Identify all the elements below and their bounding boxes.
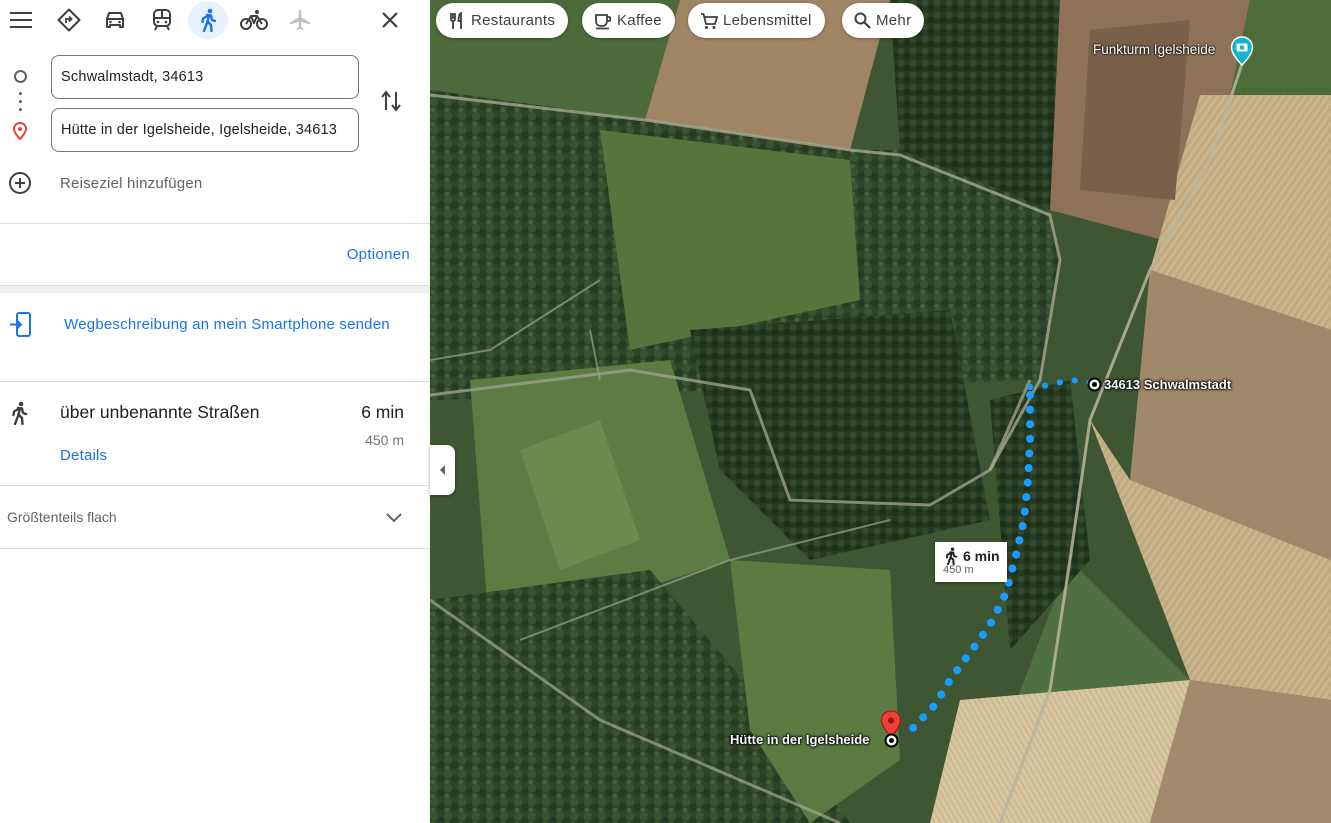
walk-icon — [12, 401, 28, 425]
swap-icon[interactable] — [380, 88, 402, 114]
add-destination-label: Reiseziel hinzufügen — [60, 174, 203, 192]
camera-pin-icon[interactable] — [1230, 36, 1254, 66]
chip-coffee-label: Kaffee — [617, 12, 662, 29]
chip-groceries[interactable]: Lebensmittel — [688, 3, 825, 38]
mode-best-route-button[interactable] — [50, 2, 88, 38]
origin-input[interactable]: Schwalmstadt, 34613 — [51, 55, 359, 99]
directions-icon — [57, 8, 81, 32]
bike-icon — [240, 10, 268, 30]
section-divider — [0, 285, 430, 293]
chevron-left-icon — [439, 465, 445, 475]
chip-coffee[interactable]: Kaffee — [582, 3, 675, 38]
restaurant-icon — [450, 11, 462, 29]
options-button[interactable]: Optionen — [347, 246, 410, 263]
destination-input-value: Hütte in der Igelsheide, Igelsheide, 346… — [61, 122, 338, 138]
chip-restaurants-label: Restaurants — [471, 12, 556, 29]
end-label[interactable]: Hütte in der Igelsheide — [730, 732, 869, 747]
close-button[interactable] — [371, 2, 409, 38]
destination-input[interactable]: Hütte in der Igelsheide, Igelsheide, 346… — [51, 108, 359, 152]
route-callout[interactable]: 6 min 450 m — [935, 542, 1007, 582]
add-circle-icon — [9, 172, 31, 194]
rail-dot — [19, 92, 22, 95]
menu-button[interactable] — [2, 2, 40, 38]
chip-more-label: Mehr — [876, 12, 912, 29]
send-to-phone-icon — [10, 312, 31, 337]
callout-duration: 6 min — [963, 548, 1000, 564]
rail-dot — [19, 108, 22, 111]
car-icon — [106, 12, 124, 28]
coffee-icon — [595, 13, 612, 29]
train-icon — [153, 9, 171, 31]
mode-driving-button[interactable] — [96, 2, 134, 38]
chevron-down-icon[interactable] — [384, 508, 404, 526]
mode-flights-button[interactable] — [281, 2, 319, 38]
elevation-summary: Größtenteils flach — [7, 509, 117, 525]
satellite-imagery — [430, 0, 1331, 823]
mode-walking-button[interactable] — [188, 1, 228, 39]
divider — [0, 548, 430, 549]
satellite-map[interactable] — [430, 0, 1331, 823]
destination-pin-icon — [13, 122, 27, 140]
walk-icon — [201, 8, 217, 32]
route-via[interactable]: über unbenannte Straßen — [60, 402, 259, 423]
route-end-marker-icon — [884, 733, 899, 748]
add-destination-row[interactable]: Reiseziel hinzufügen — [8, 171, 202, 195]
rail-dot — [19, 100, 22, 103]
divider — [0, 381, 430, 382]
mode-cycling-button[interactable] — [235, 2, 273, 38]
chip-restaurants[interactable]: Restaurants — [436, 3, 569, 38]
menu-icon — [10, 12, 32, 28]
divider — [0, 223, 430, 224]
divider — [0, 485, 430, 486]
travel-mode-bar — [0, 0, 430, 42]
mode-transit-button[interactable] — [143, 2, 181, 38]
route-duration: 6 min — [361, 402, 404, 422]
send-to-phone-link[interactable]: Wegbeschreibung an mein Smartphone sende… — [60, 312, 394, 338]
origin-input-value: Schwalmstadt, 34613 — [61, 69, 204, 85]
origin-marker-icon — [14, 70, 27, 83]
route-distance: 450 m — [365, 432, 404, 448]
start-label[interactable]: 34613 Schwalmstadt — [1104, 377, 1231, 392]
cart-icon — [701, 12, 718, 29]
callout-distance: 450 m — [943, 564, 974, 576]
chip-groceries-label: Lebensmittel — [723, 12, 812, 29]
route-details-link[interactable]: Details — [60, 447, 107, 464]
poi-label[interactable]: Funkturm Igelsheide — [1093, 42, 1215, 57]
directions-panel: Schwalmstadt, 34613 Hütte in der Igelshe… — [0, 0, 430, 823]
collapse-panel-button[interactable] — [430, 445, 455, 495]
close-icon — [382, 12, 398, 28]
route-start-marker-icon — [1087, 377, 1102, 392]
walk-icon — [945, 547, 958, 565]
plane-icon — [290, 10, 310, 30]
chip-more[interactable]: Mehr — [842, 3, 925, 38]
search-icon — [854, 12, 871, 29]
